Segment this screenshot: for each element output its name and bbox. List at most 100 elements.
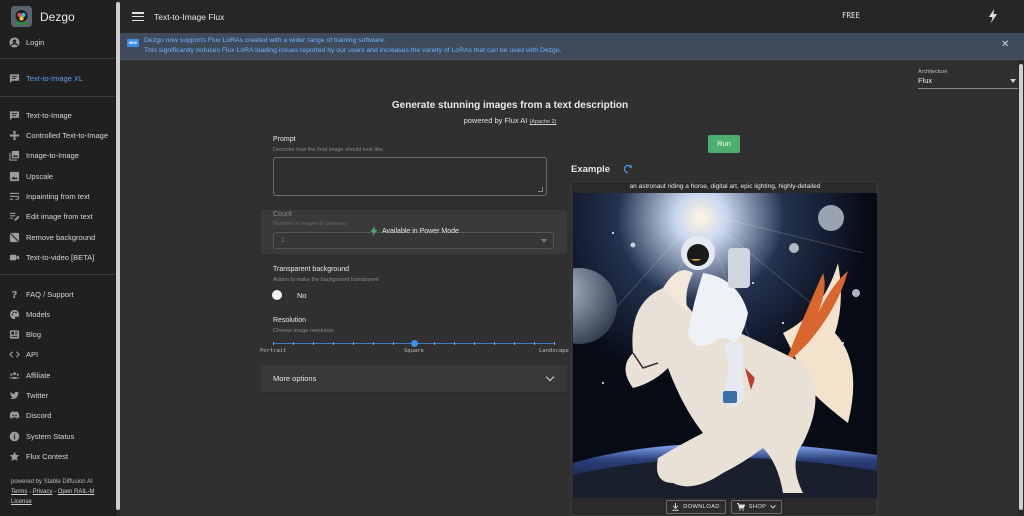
chevron-down-icon [541, 239, 547, 243]
announcement-banner: NEW Dezgo now supports Flux LoRAs create… [120, 33, 1024, 60]
sidebar-item-discord[interactable]: Discord [0, 405, 116, 425]
sidebar-item-image-to-image[interactable]: Image-to-Image [0, 145, 116, 165]
sidebar-item-flux-contest[interactable]: Flux Contest [0, 446, 116, 466]
sidebar: Dezgo Login Text-to-Image XL Text-to-Ima… [0, 0, 116, 516]
refresh-icon[interactable] [623, 164, 633, 174]
power-mode-text: Available in Power Mode [382, 227, 459, 235]
image-stack-icon [8, 149, 20, 161]
slider-label-landscape[interactable]: Landscape [539, 348, 569, 354]
sidebar-item-system-status[interactable]: System Status [0, 426, 116, 446]
new-badge-icon: NEW [127, 39, 139, 47]
slider-tick [494, 342, 495, 345]
powered-by-text: powered by Flux AI [463, 116, 528, 125]
more-options-label: More options [273, 374, 317, 383]
videocam-icon [8, 251, 20, 263]
transparent-value: No [297, 291, 307, 300]
powered-by-flux: powered by Flux AI (Apache 2) [120, 116, 900, 125]
sidebar-item-login[interactable]: Login [0, 32, 116, 52]
slider-tick [313, 342, 314, 345]
slider-tick [293, 342, 294, 345]
resize-handle[interactable] [538, 187, 543, 192]
svg-text:?: ? [11, 290, 17, 300]
bolt-icon[interactable] [988, 9, 998, 23]
sidebar-item-api[interactable]: API [0, 344, 116, 364]
palette-icon [8, 308, 20, 320]
hide-image-icon [8, 231, 20, 243]
sidebar-item-label: Upscale [26, 171, 54, 181]
app-root: Dezgo Login Text-to-Image XL Text-to-Ima… [0, 0, 1024, 516]
sidebar-item-inpainting[interactable]: Inpainting from text [0, 186, 116, 206]
sidebar-item-remove-background[interactable]: Remove background [0, 227, 116, 247]
close-icon[interactable]: ✕ [1001, 40, 1009, 50]
slider-tick [333, 342, 334, 345]
resolution-hint: Choose image resolution [273, 328, 334, 334]
architecture-select[interactable]: Flux [918, 76, 1018, 89]
account-icon [8, 36, 20, 48]
sidebar-item-text-to-image-xl[interactable]: Text-to-Image XL [0, 68, 116, 88]
slider-label-square[interactable]: Square [404, 348, 424, 354]
prompt-label: Prompt [273, 136, 296, 143]
edit-note-icon [8, 210, 20, 222]
sidebar-item-upscale[interactable]: Upscale [0, 166, 116, 186]
page-title: Text-to-Image Flux [154, 11, 225, 22]
sidebar-item-models[interactable]: Models [0, 304, 116, 324]
sidebar-item-text-to-video[interactable]: Text-to-video [BETA] [0, 247, 116, 267]
architecture-label: Architecture [918, 69, 948, 75]
count-label: Count [273, 211, 292, 218]
bolt-icon [370, 226, 378, 236]
slider-tick [373, 342, 374, 345]
sidebar-item-affiliate[interactable]: Affiliate [0, 365, 116, 385]
powered-by-text: powered by Stable Diffusion AI [11, 479, 93, 485]
shop-button[interactable]: SHOP [731, 500, 782, 514]
sidebar-item-label: Twitter [26, 390, 49, 400]
main-scrollbar[interactable] [1018, 60, 1024, 516]
menu-icon[interactable] [132, 12, 144, 21]
prompt-textarea[interactable] [273, 157, 547, 196]
run-button[interactable]: Run [708, 135, 740, 153]
download-icon [672, 503, 679, 511]
photo-icon [8, 170, 20, 182]
architecture-value: Flux [918, 76, 933, 85]
sidebar-item-blog[interactable]: Blog [0, 324, 116, 344]
sidebar-item-edit-image[interactable]: Edit image from text [0, 206, 116, 226]
sidebar-item-label: Inpainting from text [26, 191, 90, 201]
example-card: an astronaut riding a horse, digital art… [571, 181, 877, 516]
terms-link[interactable]: Terms [11, 489, 27, 495]
message-icon [8, 72, 20, 84]
divider [0, 96, 116, 97]
download-button[interactable]: DOWNLOAD [666, 500, 726, 514]
page-headline: Generate stunning images from a text des… [391, 100, 629, 111]
sidebar-item-label: Affiliate [26, 370, 51, 380]
download-label: DOWNLOAD [683, 504, 720, 510]
sidebar-item-label: Flux Contest [26, 451, 69, 461]
slider-tick [554, 342, 555, 345]
powered-by: powered by Stable Diffusion AI Terms - P… [11, 477, 115, 507]
message-icon [8, 109, 20, 121]
power-mode-link[interactable]: Available in Power Mode [370, 226, 459, 236]
sidebar-item-label: Text-to-Image XL [26, 73, 84, 83]
info-icon [8, 430, 20, 442]
scrollbar-thumb[interactable] [1019, 64, 1023, 510]
sidebar-item-controlled-text-to-image[interactable]: Controlled Text-to-Image [0, 125, 116, 145]
cart-icon [736, 503, 745, 511]
sidebar-item-label: System Status [26, 431, 75, 441]
divider [0, 274, 116, 275]
sidebar-item-text-to-image[interactable]: Text-to-Image [0, 105, 116, 125]
license-link[interactable]: (Apache 2) [529, 119, 556, 125]
twitter-icon [8, 389, 20, 401]
dezgo-logo [11, 6, 32, 27]
shop-label: SHOP [748, 504, 767, 510]
transparent-toggle[interactable] [272, 290, 282, 300]
slider-thumb[interactable] [411, 340, 418, 347]
slider-label-portrait[interactable]: Portrait [260, 348, 287, 354]
brand[interactable]: Dezgo [0, 0, 116, 33]
example-caption: an astronaut riding a horse, digital art… [629, 183, 821, 190]
count-value: 1 [281, 237, 285, 244]
more-options-panel[interactable]: More options [261, 365, 567, 393]
sidebar-item-label: Login [26, 37, 45, 47]
sidebar-item-twitter[interactable]: Twitter [0, 385, 116, 405]
sidebar-item-faq[interactable]: ? FAQ / Support [0, 284, 116, 304]
privacy-link[interactable]: Privacy [33, 489, 53, 495]
plan-badge[interactable]: FREE [842, 11, 860, 20]
sidebar-item-label: Remove background [26, 232, 96, 242]
